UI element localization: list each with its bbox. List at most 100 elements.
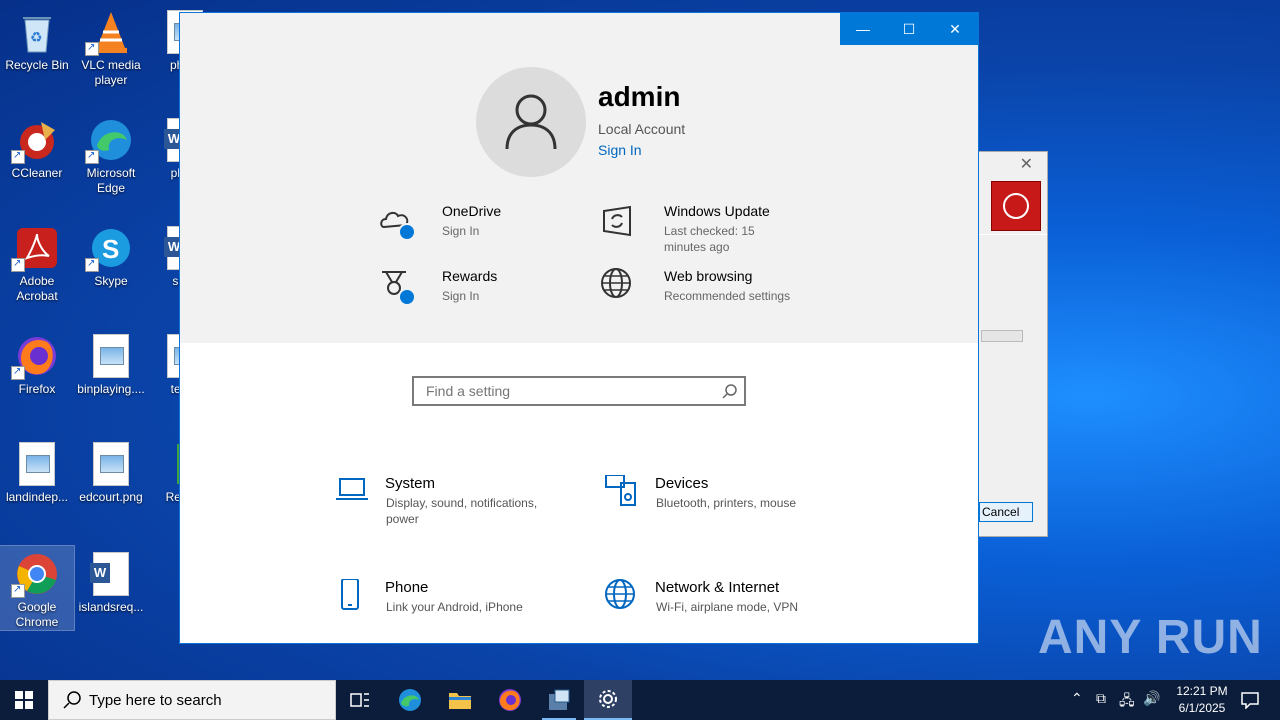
tile-windows-update[interactable]: Windows Update Last checked: 15 minutes … xyxy=(600,203,800,254)
category-subtitle: Wi-Fi, airplane mode, VPN xyxy=(656,600,799,614)
tile-onedrive[interactable]: OneDrive Sign In xyxy=(378,203,558,243)
volume-icon[interactable]: 🔊 xyxy=(1143,690,1160,707)
app-icon xyxy=(549,689,570,710)
desktop-icon-firefox[interactable]: Firefox xyxy=(0,328,74,397)
search-icon[interactable] xyxy=(722,383,738,399)
desktop-icon-edcourt[interactable]: edcourt.png xyxy=(74,436,148,505)
status-badge xyxy=(398,223,416,241)
taskbar-edge[interactable] xyxy=(386,680,434,720)
image-file-icon xyxy=(89,442,133,486)
vlc-cone-icon xyxy=(85,10,133,56)
taskbar-app[interactable] xyxy=(536,680,582,720)
account-sign-in-link[interactable]: Sign In xyxy=(598,142,642,158)
image-file-icon xyxy=(15,442,59,486)
shortcut-arrow-icon xyxy=(85,40,99,56)
watermark: ANY RUN xyxy=(1038,611,1263,664)
tile-title: Web browsing xyxy=(664,268,753,284)
desktop-icon-landindep[interactable]: landindep... xyxy=(0,436,74,505)
gear-icon xyxy=(599,690,617,708)
tile-web-browsing[interactable]: Web browsing Recommended settings xyxy=(600,268,800,318)
desktop-icon-vlc[interactable]: VLC media player xyxy=(74,4,148,88)
phone-icon xyxy=(335,578,371,615)
tile-subtitle: Sign In xyxy=(442,289,480,303)
globe-icon xyxy=(600,268,636,304)
dialog-body xyxy=(979,234,1047,385)
category-devices[interactable]: Devices Bluetooth, printers, mouse xyxy=(605,474,835,525)
network-icon[interactable]: 🖧 xyxy=(1119,690,1135,714)
desktop-icon-islandsreq[interactable]: W islandsreq... xyxy=(74,546,148,615)
category-title: Phone xyxy=(385,579,429,596)
taskbar-file-explorer[interactable] xyxy=(436,680,484,720)
firefox-icon xyxy=(11,334,59,380)
window-controls: — ☐ ✕ xyxy=(840,13,978,45)
tile-title: OneDrive xyxy=(442,203,502,219)
taskbar-search-placeholder: Type here to search xyxy=(89,692,222,709)
acrobat-icon xyxy=(11,226,59,272)
laptop-icon xyxy=(335,475,371,511)
status-badge xyxy=(398,288,416,306)
shortcut-arrow-icon xyxy=(11,364,25,380)
desktop-icon-label: Microsoft Edge xyxy=(86,166,136,195)
desktop-icon-label: Google Chrome xyxy=(15,600,59,629)
firefox-icon xyxy=(499,689,521,711)
desktop-icon-label: CCleaner xyxy=(11,166,63,180)
notification-center-button[interactable] xyxy=(1232,680,1268,720)
maximize-button[interactable]: ☐ xyxy=(886,13,932,45)
keyboard-speaker-icon xyxy=(605,474,641,511)
tile-title: Rewards xyxy=(442,268,498,284)
svg-text:S: S xyxy=(102,234,119,264)
desktop-icon-recycle-bin[interactable]: ♻ Recycle Bin xyxy=(0,4,74,73)
meet-now-icon[interactable]: ⧉ xyxy=(1096,690,1106,707)
close-button[interactable]: ✕ xyxy=(932,13,978,45)
notification-icon xyxy=(1241,692,1259,709)
minimize-button[interactable]: — xyxy=(840,13,886,45)
desktop-icon-label: landindep... xyxy=(5,490,69,504)
settings-search-box[interactable] xyxy=(412,376,746,406)
edge-icon xyxy=(399,689,421,711)
clock-time: 12:21 PM xyxy=(1176,684,1228,698)
chrome-icon xyxy=(11,552,59,598)
desktop-icon-chrome[interactable]: Google Chrome xyxy=(0,545,75,631)
cloud-icon xyxy=(378,203,416,241)
taskbar-search-box[interactable]: Type here to search xyxy=(48,680,336,720)
category-title: System xyxy=(385,475,436,492)
medal-icon xyxy=(378,268,416,306)
clock[interactable]: 12:21 PM 6/1/2025 xyxy=(1172,683,1232,717)
start-button[interactable] xyxy=(0,680,48,720)
desktop-icon-label: binplaying.... xyxy=(77,382,145,396)
desktop-icon-label: VLC media player xyxy=(81,58,141,87)
category-subtitle: Display, sound, notifications, power xyxy=(386,496,538,526)
search-input[interactable] xyxy=(424,382,718,400)
dialog-close-icon[interactable]: ✕ xyxy=(1020,154,1033,174)
desktop-icon-skype[interactable]: S Skype xyxy=(74,220,148,289)
category-phone[interactable]: Phone Link your Android, iPhone xyxy=(335,578,565,629)
avatar[interactable] xyxy=(476,67,586,177)
category-system[interactable]: System Display, sound, notifications, po… xyxy=(335,475,565,526)
desktop-icon-edge[interactable]: Microsoft Edge xyxy=(74,112,148,196)
settings-window: admin Local Account Sign In OneDrive Sig… xyxy=(179,12,979,644)
task-view-button[interactable] xyxy=(336,680,384,720)
progress-bar xyxy=(981,330,1023,342)
search-icon xyxy=(63,691,81,709)
shortcut-arrow-icon xyxy=(85,148,99,164)
category-subtitle: Bluetooth, printers, mouse xyxy=(656,496,797,510)
account-header: admin Local Account Sign In OneDrive Sig… xyxy=(180,13,978,343)
user-icon xyxy=(505,94,557,150)
tile-subtitle: Last checked: 15 minutes ago xyxy=(664,224,755,254)
taskbar-settings[interactable] xyxy=(584,680,632,720)
folder-icon xyxy=(449,693,471,709)
app-logo-icon xyxy=(991,181,1041,231)
taskbar-firefox[interactable] xyxy=(486,680,534,720)
desktop-icon-binplaying[interactable]: binplaying.... xyxy=(74,328,148,397)
cancel-button[interactable]: Cancel xyxy=(979,502,1033,522)
tile-rewards[interactable]: Rewards Sign In xyxy=(378,268,558,308)
taskbar: Type here to search ⌃ ⧉ 🖧 🔊 12:21 PM 6/1… xyxy=(0,680,1280,720)
chevron-up-icon[interactable]: ⌃ xyxy=(1071,690,1083,707)
desktop-icon-ccleaner[interactable]: CCleaner xyxy=(0,112,74,181)
svg-text:♻: ♻ xyxy=(30,29,43,45)
desktop-icon-acrobat[interactable]: Adobe Acrobat xyxy=(0,220,74,304)
image-file-icon xyxy=(89,334,133,378)
desktop-icon-label: Firefox xyxy=(18,382,56,396)
category-network[interactable]: Network & Internet Wi-Fi, airplane mode,… xyxy=(605,579,835,629)
task-view-icon xyxy=(350,693,369,707)
